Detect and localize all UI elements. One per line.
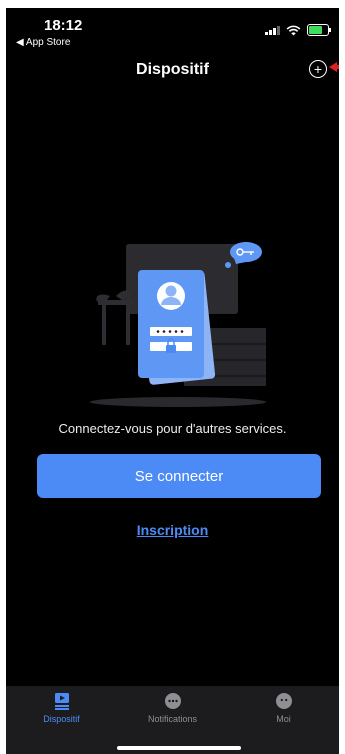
tab-dispositif[interactable]: Dispositif [6,686,117,754]
status-bar: 18:12 ◀ App Store [6,8,339,52]
tab-label: Notifications [147,714,198,724]
red-arrow-annotation-icon [329,62,339,72]
battery-icon [307,24,331,36]
status-icons [265,24,331,36]
page-title: Dispositif [136,61,209,78]
signal-icon [265,25,280,35]
tab-notifications[interactable]: Notifications [117,686,228,754]
status-time: 18:12 [44,17,83,34]
login-button[interactable]: Se connecter [37,454,321,498]
tab-bar: Dispositif Notifications Moi [6,686,339,754]
tab-label: Moi [276,714,291,724]
login-prompt-text: Connectez-vous pour d'autres services. [58,421,287,436]
plus-circle-icon: + [313,61,323,77]
home-indicator [117,746,241,750]
chat-bubble-icon [163,692,183,710]
tab-label: Dispositif [43,714,80,724]
tab-moi[interactable]: Moi [228,686,339,754]
device-icon [52,692,72,710]
add-device-button[interactable]: + [309,60,327,78]
login-illustration [90,242,266,407]
phone-screen: 18:12 ◀ App Store Dispositif + Connectez… [6,8,339,754]
signup-link[interactable]: Inscription [6,522,339,538]
person-icon [274,692,294,710]
wifi-icon [286,25,301,35]
back-to-app-store-link[interactable]: ◀ App Store [16,37,70,48]
